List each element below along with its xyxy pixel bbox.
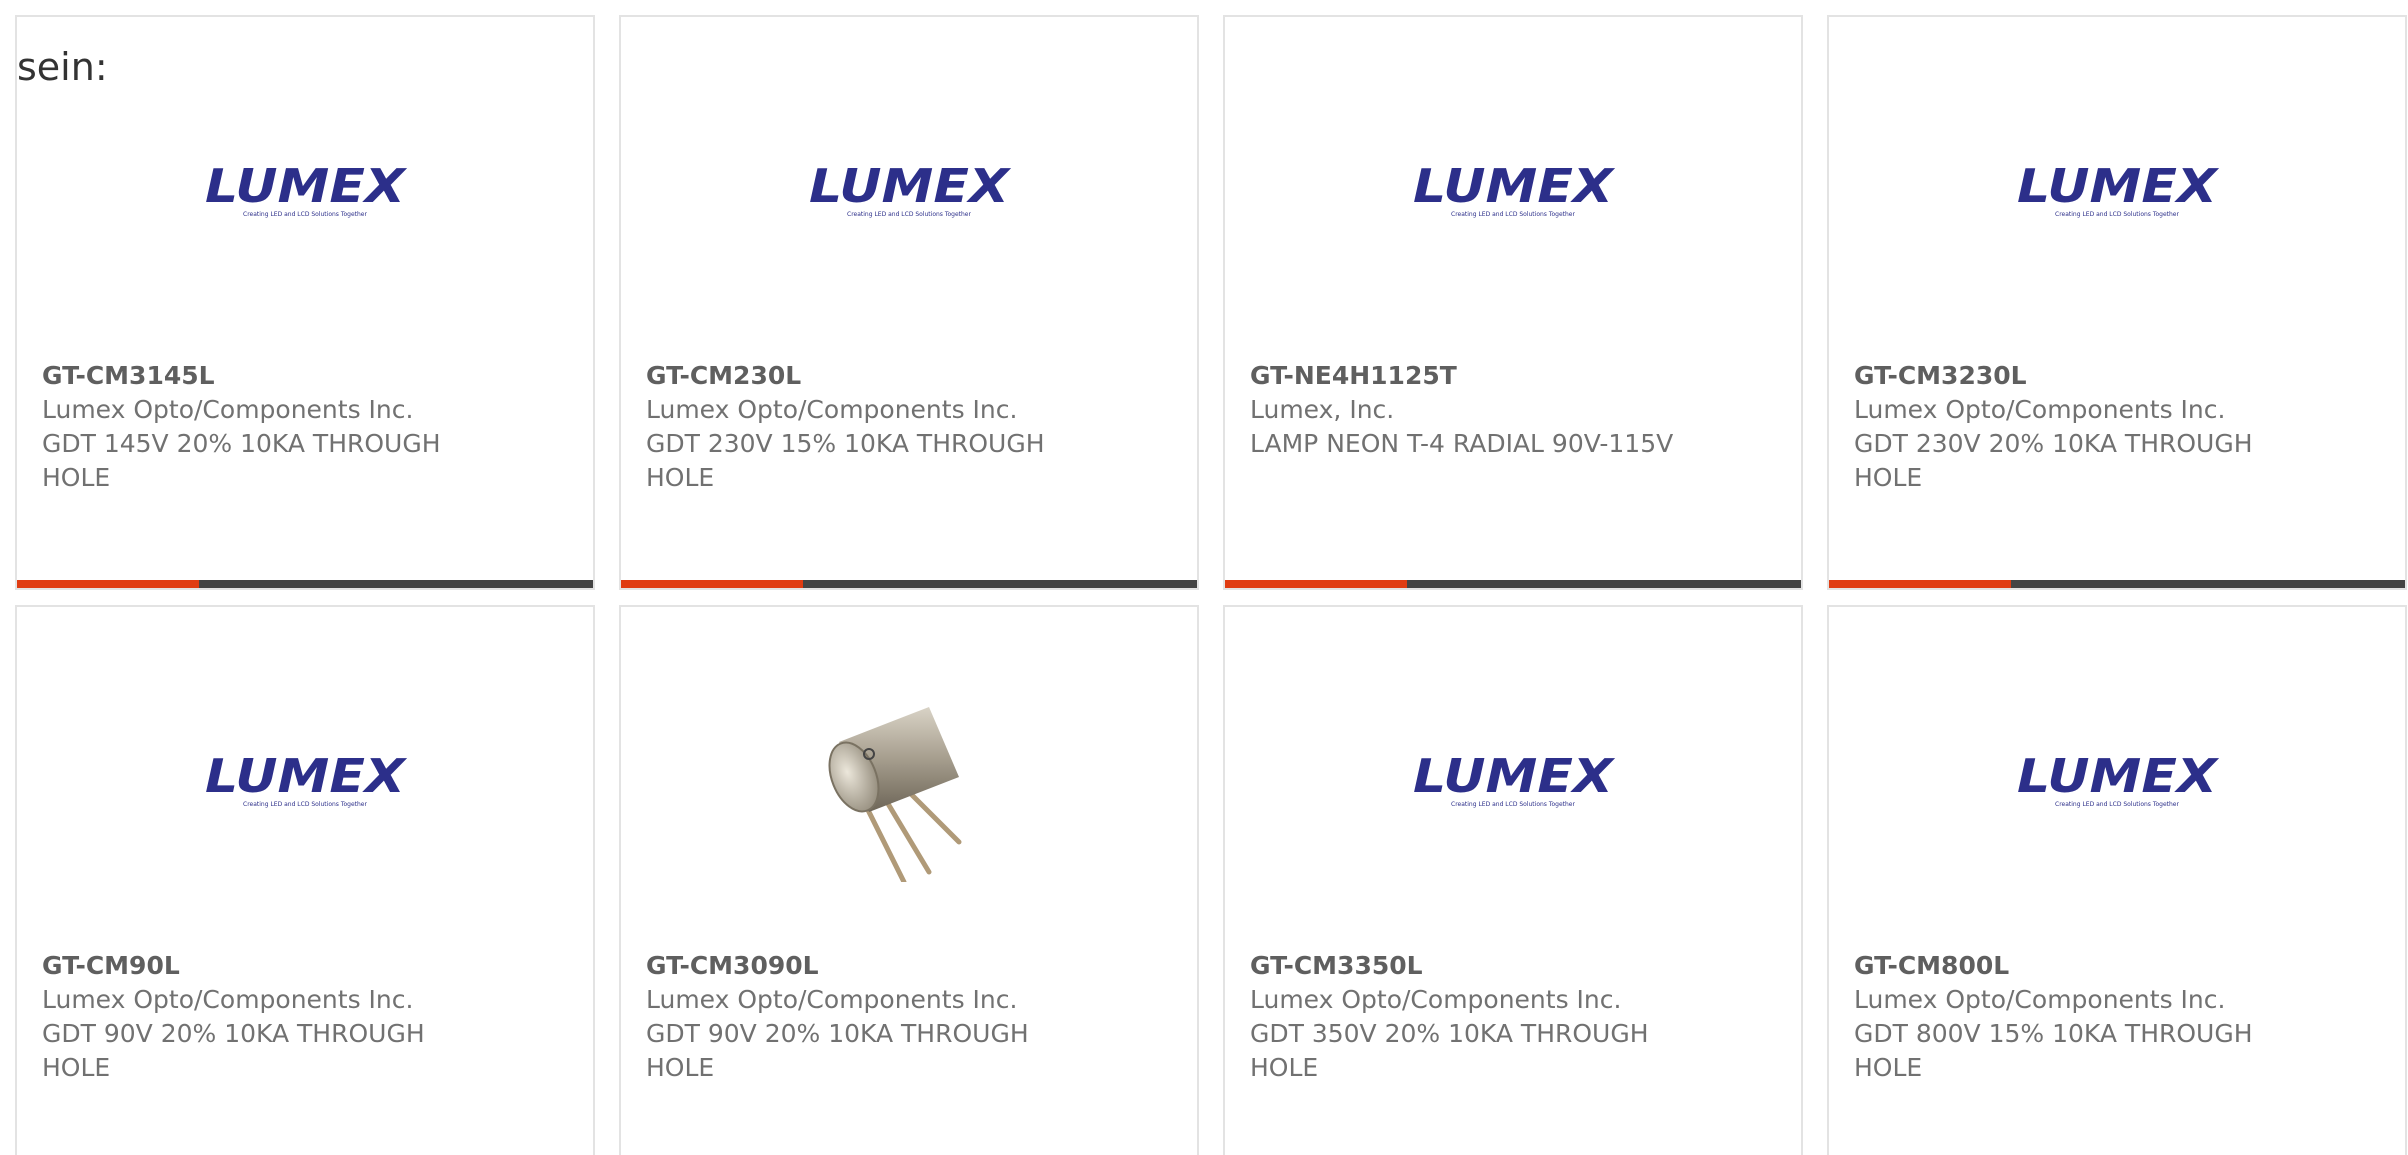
product-info: GT-CM3350L Lumex Opto/Components Inc. GDT … [1250, 949, 1690, 1085]
product-grid: sein: LUMEX Creating LED and LCD Solutions… [15, 15, 2407, 1155]
svg-text:LUMEX: LUMEX [2017, 752, 2220, 803]
product-manufacturer: Lumex Opto/Components Inc. [1854, 395, 2226, 424]
product-card[interactable]: GT-CM3090L Lumex Opto/Components Inc. GDT … [619, 605, 1199, 1155]
product-image[interactable]: LUMEX Creating LED and LCD Solutions Toge… [17, 647, 593, 917]
product-description: GDT 90V 20% 10KA THROUGH HOLE [646, 1019, 1029, 1082]
product-description: GDT 350V 20% 10KA THROUGH HOLE [1250, 1019, 1649, 1082]
product-description: LAMP NEON T-4 RADIAL 90V-115V [1250, 429, 1674, 458]
dark-bar-segment [1407, 580, 1801, 588]
svg-text:Creating LED and LCD Solutions: Creating LED and LCD Solutions Together [2055, 211, 2179, 218]
product-info: GT-CM3090L Lumex Opto/Components Inc. GDT … [646, 949, 1086, 1085]
product-card[interactable]: LUMEX Creating LED and LCD Solutions Toge… [15, 605, 595, 1155]
product-manufacturer: Lumex Opto/Components Inc. [1854, 985, 2226, 1014]
dark-bar-segment [199, 580, 593, 588]
product-part-number[interactable]: GT-CM800L [1854, 949, 2294, 983]
product-description: GDT 230V 20% 10KA THROUGH HOLE [1854, 429, 2253, 492]
svg-text:Creating LED and LCD Solutions: Creating LED and LCD Solutions Together [243, 801, 367, 808]
product-part-number[interactable]: GT-CM3090L [646, 949, 1086, 983]
lumex-logo: LUMEXCreating LED and LCD Solutions Toge… [2017, 752, 2220, 808]
product-part-number[interactable]: GT-NE4H1125T [1250, 359, 1690, 393]
product-card[interactable]: LUMEX Creating LED and LCD Solutions Toge… [1827, 605, 2407, 1155]
product-part-number[interactable]: GT-CM90L [42, 949, 482, 983]
product-part-number[interactable]: GT-CM230L [646, 359, 1086, 393]
card-accent-bar [17, 580, 593, 588]
product-image[interactable]: LUMEX Creating LED and LCD Solutions Toge… [621, 57, 1197, 327]
product-image[interactable] [621, 647, 1197, 917]
product-description: GDT 230V 15% 10KA THROUGH HOLE [646, 429, 1045, 492]
product-info: GT-CM800L Lumex Opto/Components Inc. GDT 8… [1854, 949, 2294, 1085]
card-accent-bar [621, 580, 1197, 588]
product-manufacturer: Lumex, Inc. [1250, 395, 1395, 424]
accent-bar-segment [1829, 580, 2011, 588]
product-card[interactable]: LUMEX Creating LED and LCD Solutions Toge… [1827, 15, 2407, 590]
product-info: GT-CM90L Lumex Opto/Components Inc. GDT 90… [42, 949, 482, 1085]
svg-text:LUMEX: LUMEX [205, 162, 408, 213]
product-info: GT-CM3230L Lumex Opto/Components Inc. GDT … [1854, 359, 2294, 495]
product-card[interactable]: LUMEX Creating LED and LCD Solutions Toge… [1223, 605, 1803, 1155]
accent-bar-segment [1225, 580, 1407, 588]
product-info: GT-CM230L Lumex Opto/Components Inc. GDT 2… [646, 359, 1086, 495]
card-accent-bar [1829, 580, 2405, 588]
product-image[interactable]: LUMEX Creating LED and LCD Solutions Toge… [1225, 57, 1801, 327]
product-part-number[interactable]: GT-CM3145L [42, 359, 482, 393]
svg-text:Creating LED and LCD Solutions: Creating LED and LCD Solutions Together [243, 211, 367, 218]
card-accent-bar [1225, 580, 1801, 588]
lumex-logo: LUMEXCreating LED and LCD Solutions Toge… [2017, 162, 2220, 218]
product-image[interactable]: LUMEX Creating LED and LCD Solutions Toge… [1225, 647, 1801, 917]
product-image[interactable]: LUMEX Creating LED and LCD Solutions Toge… [1829, 57, 2405, 327]
svg-text:LUMEX: LUMEX [1413, 162, 1616, 213]
product-card[interactable]: LUMEX Creating LED and LCD Solutions Toge… [1223, 15, 1803, 590]
svg-text:Creating LED and LCD Solutions: Creating LED and LCD Solutions Together [2055, 801, 2179, 808]
product-image[interactable]: LUMEX Creating LED and LCD Solutions Toge… [1829, 647, 2405, 917]
product-manufacturer: Lumex Opto/Components Inc. [646, 395, 1018, 424]
gas-discharge-tube-photo [828, 707, 962, 882]
product-part-number[interactable]: GT-CM3230L [1854, 359, 2294, 393]
product-manufacturer: Lumex Opto/Components Inc. [42, 395, 414, 424]
product-part-number[interactable]: GT-CM3350L [1250, 949, 1690, 983]
lumex-logo: LUMEXCreating LED and LCD Solutions Toge… [1413, 162, 1616, 218]
svg-text:Creating LED and LCD Solutions: Creating LED and LCD Solutions Together [1451, 801, 1575, 808]
lumex-logo: LUMEXCreating LED and LCD Solutions Toge… [205, 162, 408, 218]
svg-text:LUMEX: LUMEX [809, 162, 1012, 213]
product-info: GT-NE4H1125T Lumex, Inc. LAMP NEON T-4 RAD… [1250, 359, 1690, 461]
lumex-logo: LUMEXCreating LED and LCD Solutions Toge… [1413, 752, 1616, 808]
svg-text:LUMEX: LUMEX [2017, 162, 2220, 213]
accent-bar-segment [621, 580, 803, 588]
product-description: GDT 145V 20% 10KA THROUGH HOLE [42, 429, 441, 492]
product-description: GDT 90V 20% 10KA THROUGH HOLE [42, 1019, 425, 1082]
product-card[interactable]: LUMEX Creating LED and LCD Solutions Toge… [619, 15, 1199, 590]
product-manufacturer: Lumex Opto/Components Inc. [1250, 985, 1622, 1014]
product-image[interactable]: LUMEX Creating LED and LCD Solutions Toge… [17, 57, 593, 327]
lumex-logo: LUMEXCreating LED and LCD Solutions Toge… [205, 752, 408, 808]
product-manufacturer: Lumex Opto/Components Inc. [646, 985, 1018, 1014]
svg-text:Creating LED and LCD Solutions: Creating LED and LCD Solutions Together [847, 211, 971, 218]
lumex-logo: LUMEXCreating LED and LCD Solutions Toge… [809, 162, 1012, 218]
product-description: GDT 800V 15% 10KA THROUGH HOLE [1854, 1019, 2253, 1082]
dark-bar-segment [803, 580, 1197, 588]
product-manufacturer: Lumex Opto/Components Inc. [42, 985, 414, 1014]
product-info: GT-CM3145L Lumex Opto/Components Inc. GDT … [42, 359, 482, 495]
product-card[interactable]: sein: LUMEX Creating LED and LCD Solutions… [15, 15, 595, 590]
dark-bar-segment [2011, 580, 2405, 588]
svg-text:LUMEX: LUMEX [205, 752, 408, 803]
svg-text:Creating LED and LCD Solutions: Creating LED and LCD Solutions Together [1451, 211, 1575, 218]
svg-text:LUMEX: LUMEX [1413, 752, 1616, 803]
accent-bar-segment [17, 580, 199, 588]
